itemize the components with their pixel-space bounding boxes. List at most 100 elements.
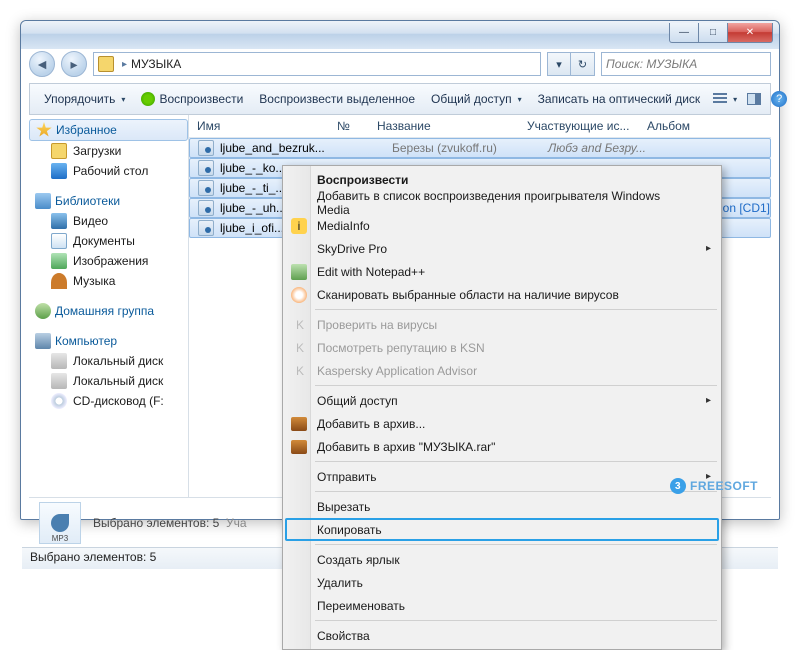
refresh-button[interactable]: ↻ bbox=[571, 52, 595, 76]
view-icon bbox=[713, 93, 727, 105]
col-no[interactable]: № bbox=[337, 119, 377, 133]
folder-icon bbox=[98, 56, 114, 72]
document-icon bbox=[51, 233, 67, 249]
ctx-share[interactable]: Общий доступ▸ bbox=[285, 389, 719, 412]
col-name[interactable]: Имя bbox=[197, 119, 337, 133]
avast-icon bbox=[291, 287, 307, 303]
library-icon bbox=[35, 193, 51, 209]
winrar-icon bbox=[291, 417, 307, 431]
mp3-thumbnail: MP3 bbox=[39, 502, 81, 544]
maximize-button[interactable]: □ bbox=[698, 23, 728, 43]
organize-button[interactable]: Упорядочить▾ bbox=[36, 87, 133, 111]
nav-documents[interactable]: Документы bbox=[29, 231, 188, 251]
desktop-icon bbox=[51, 163, 67, 179]
ctx-kaa: KKaspersky Application Advisor bbox=[285, 359, 719, 382]
minimize-button[interactable]: — bbox=[669, 23, 699, 43]
share-button[interactable]: Общий доступ▾ bbox=[423, 87, 530, 111]
watermark: 3 FREESOFT bbox=[670, 478, 758, 494]
col-title[interactable]: Название bbox=[377, 119, 527, 133]
kaspersky-icon: K bbox=[291, 339, 309, 357]
ctx-add-wmp[interactable]: Добавить в список воспроизведения проигр… bbox=[285, 191, 719, 214]
homegroup-icon bbox=[35, 303, 51, 319]
nav-music[interactable]: Музыка bbox=[29, 271, 188, 291]
address-bar: ◄ ▸ ▸ МУЗЫКА ▾ ↻ Поиск: МУЗЫКА bbox=[29, 49, 771, 79]
help-icon: ? bbox=[771, 91, 787, 107]
star-icon bbox=[36, 122, 52, 138]
nav-homegroup[interactable]: Домашняя группа bbox=[29, 301, 188, 321]
col-artist[interactable]: Участвующие ис... bbox=[527, 119, 647, 133]
help-button[interactable]: ? bbox=[766, 87, 792, 111]
nav-pictures[interactable]: Изображения bbox=[29, 251, 188, 271]
winrar-icon bbox=[291, 440, 307, 454]
close-button[interactable]: ✕ bbox=[727, 23, 773, 43]
nav-favorites[interactable]: Избранное bbox=[29, 119, 188, 141]
folder-icon bbox=[51, 143, 67, 159]
ctx-notepad[interactable]: Edit with Notepad++ bbox=[285, 260, 719, 283]
ctx-skydrive[interactable]: SkyDrive Pro▸ bbox=[285, 237, 719, 260]
ctx-copy[interactable]: Копировать bbox=[285, 518, 719, 541]
details-text: Выбрано элементов: 5 Уча bbox=[93, 516, 247, 530]
window-controls: — □ ✕ bbox=[670, 23, 773, 43]
nav-libraries[interactable]: Библиотеки bbox=[29, 191, 188, 211]
history-dropdown[interactable]: ▾ bbox=[547, 52, 571, 76]
audio-icon bbox=[198, 220, 214, 236]
nav-pane: Избранное Загрузки Рабочий стол Библиоте… bbox=[29, 115, 189, 497]
nav-local-disk-2[interactable]: Локальный диск bbox=[29, 371, 188, 391]
chevron-down-icon: ▾ bbox=[121, 95, 125, 104]
audio-icon bbox=[198, 200, 214, 216]
notepad-icon bbox=[291, 264, 307, 280]
nav-computer[interactable]: Компьютер bbox=[29, 331, 188, 351]
ctx-virus: KПроверить на вирусы bbox=[285, 313, 719, 336]
kaspersky-icon: K bbox=[291, 362, 309, 380]
preview-pane-button[interactable] bbox=[742, 87, 766, 111]
audio-icon bbox=[198, 180, 214, 196]
pane-icon bbox=[747, 93, 761, 105]
chevron-down-icon: ▾ bbox=[733, 95, 737, 104]
play-selected-button[interactable]: Воспроизвести выделенное bbox=[251, 87, 423, 111]
nav-videos[interactable]: Видео bbox=[29, 211, 188, 231]
hdd-icon bbox=[51, 353, 67, 369]
ctx-rename[interactable]: Переименовать bbox=[285, 594, 719, 617]
audio-icon bbox=[198, 160, 214, 176]
mediainfo-icon: i bbox=[291, 218, 307, 234]
toolbar: Упорядочить▾ Воспроизвести Воспроизвести… bbox=[29, 83, 771, 115]
breadcrumb[interactable]: ▸ МУЗЫКА bbox=[93, 52, 541, 76]
ctx-shortcut[interactable]: Создать ярлык bbox=[285, 548, 719, 571]
view-options-button[interactable]: ▾ bbox=[708, 87, 742, 111]
column-headers[interactable]: Имя № Название Участвующие ис... Альбом bbox=[189, 115, 771, 138]
chevron-down-icon: ▾ bbox=[518, 95, 522, 104]
play-icon bbox=[141, 92, 155, 106]
nav-downloads[interactable]: Загрузки bbox=[29, 141, 188, 161]
ctx-props[interactable]: Свойства bbox=[285, 624, 719, 647]
file-row[interactable]: ljube_and_bezruk...Березы (zvukoff.ru)Лю… bbox=[189, 138, 771, 158]
cd-icon bbox=[51, 393, 67, 409]
ctx-send[interactable]: Отправить▸ bbox=[285, 465, 719, 488]
audio-icon bbox=[198, 140, 214, 156]
ctx-scan[interactable]: Сканировать выбранные области на наличие… bbox=[285, 283, 719, 306]
burn-button[interactable]: Записать на оптический диск bbox=[530, 87, 709, 111]
kaspersky-icon: K bbox=[291, 316, 309, 334]
video-icon bbox=[51, 213, 67, 229]
music-icon bbox=[51, 273, 67, 289]
breadcrumb-folder: МУЗЫКА bbox=[131, 57, 181, 71]
context-menu: Воспроизвести Добавить в список воспроиз… bbox=[282, 165, 722, 650]
nav-cd-drive[interactable]: CD-дисковод (F: bbox=[29, 391, 188, 411]
forward-button[interactable]: ▸ bbox=[61, 51, 87, 77]
image-icon bbox=[51, 253, 67, 269]
ctx-mediainfo[interactable]: iMediaInfo bbox=[285, 214, 719, 237]
nav-desktop[interactable]: Рабочий стол bbox=[29, 161, 188, 181]
ctx-delete[interactable]: Удалить bbox=[285, 571, 719, 594]
play-button[interactable]: Воспроизвести bbox=[133, 87, 251, 111]
ctx-archive-rar[interactable]: Добавить в архив "МУЗЫКА.rar" bbox=[285, 435, 719, 458]
ctx-cut[interactable]: Вырезать bbox=[285, 495, 719, 518]
back-button[interactable]: ◄ bbox=[29, 51, 55, 77]
ctx-archive[interactable]: Добавить в архив... bbox=[285, 412, 719, 435]
nav-local-disk-1[interactable]: Локальный диск bbox=[29, 351, 188, 371]
ctx-ksn: KПосмотреть репутацию в KSN bbox=[285, 336, 719, 359]
computer-icon bbox=[35, 333, 51, 349]
address-actions: ▾ ↻ bbox=[547, 52, 595, 76]
col-album[interactable]: Альбом bbox=[647, 119, 727, 133]
chevron-right-icon: ▸ bbox=[122, 59, 127, 70]
search-input[interactable]: Поиск: МУЗЫКА bbox=[601, 52, 771, 76]
chevron-right-icon: ▸ bbox=[706, 243, 711, 254]
